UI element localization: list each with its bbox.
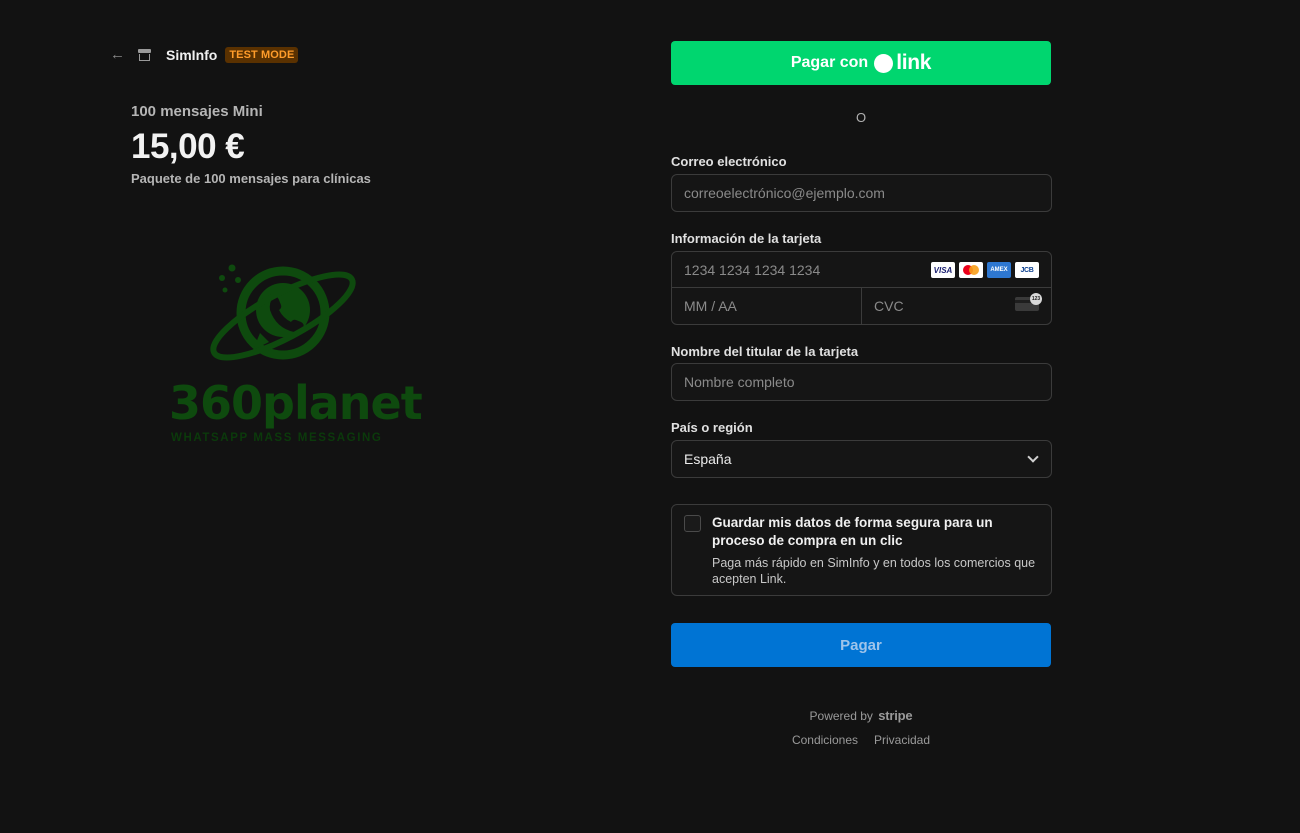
merchant-name: SimInfo bbox=[166, 47, 218, 63]
footer-links: Condiciones Privacidad bbox=[671, 733, 1051, 747]
link-button-label: Pagar con bbox=[790, 54, 869, 71]
pay-with-link-button[interactable]: Pagar con link bbox=[671, 41, 1051, 85]
stripe-logo: stripe bbox=[878, 708, 913, 723]
card-brands: VISA AMEX JCB bbox=[931, 262, 1039, 278]
email-label: Correo electrónico bbox=[671, 154, 787, 169]
country-value: España bbox=[684, 451, 732, 467]
store-icon bbox=[138, 49, 151, 61]
country-label: País o región bbox=[671, 420, 753, 435]
logo-subtitle: WHATSAPP MASS MESSAGING bbox=[171, 432, 383, 444]
arrow-left-icon[interactable]: ← bbox=[110, 47, 125, 62]
expiry-wrapper bbox=[672, 288, 862, 324]
card-expiry-cvc-row: 123 bbox=[672, 288, 1051, 324]
terms-link[interactable]: Condiciones bbox=[792, 733, 858, 747]
card-number-input[interactable] bbox=[672, 252, 922, 288]
product-price: 15,00 € bbox=[131, 127, 245, 166]
email-input[interactable] bbox=[672, 175, 1051, 211]
save-info-box: Guardar mis datos de forma segura para u… bbox=[671, 504, 1052, 596]
mastercard-icon bbox=[959, 262, 983, 278]
card-info-label: Información de la tarjeta bbox=[671, 231, 822, 246]
cvc-wrapper: 123 bbox=[862, 288, 1051, 324]
product-name: 100 mensajes Mini bbox=[131, 103, 263, 120]
cardholder-input[interactable] bbox=[672, 364, 1051, 400]
save-info-title: Guardar mis datos de forma segura para u… bbox=[712, 515, 993, 548]
link-brand: link bbox=[896, 51, 932, 74]
visa-icon: VISA bbox=[931, 262, 955, 278]
powered-by-text: Powered by bbox=[809, 709, 873, 723]
cvc-card-icon: 123 bbox=[1015, 293, 1042, 311]
privacy-link[interactable]: Privacidad bbox=[874, 733, 930, 747]
link-logo-icon bbox=[874, 53, 894, 73]
save-info-description: Paga más rápido en SimInfo y en todos lo… bbox=[712, 556, 1036, 586]
cardholder-field-wrapper bbox=[671, 363, 1052, 401]
test-mode-badge: TEST MODE bbox=[225, 47, 299, 63]
chevron-down-icon bbox=[1027, 451, 1039, 463]
expiry-input[interactable] bbox=[672, 288, 861, 324]
logo-title: 360planet bbox=[169, 376, 423, 430]
powered-by-stripe: Powered by stripe bbox=[671, 708, 1051, 723]
product-logo: 360planet WHATSAPP MASS MESSAGING bbox=[165, 258, 423, 448]
planet-whatsapp-icon bbox=[210, 264, 356, 361]
country-select[interactable]: España bbox=[671, 440, 1052, 478]
cardholder-label: Nombre del titular de la tarjeta bbox=[671, 344, 859, 359]
jcb-icon: JCB bbox=[1015, 262, 1039, 278]
amex-icon: AMEX bbox=[987, 262, 1011, 278]
pay-button[interactable]: Pagar bbox=[671, 623, 1051, 667]
or-separator: O bbox=[855, 110, 867, 125]
card-info-group: VISA AMEX JCB 123 bbox=[671, 251, 1052, 325]
card-number-row: VISA AMEX JCB bbox=[672, 252, 1051, 288]
checkout-header: ← SimInfo TEST MODE bbox=[110, 45, 299, 65]
email-field-wrapper bbox=[671, 174, 1052, 212]
product-description: Paquete de 100 mensajes para clínicas bbox=[131, 171, 371, 186]
save-info-checkbox[interactable] bbox=[684, 515, 701, 532]
